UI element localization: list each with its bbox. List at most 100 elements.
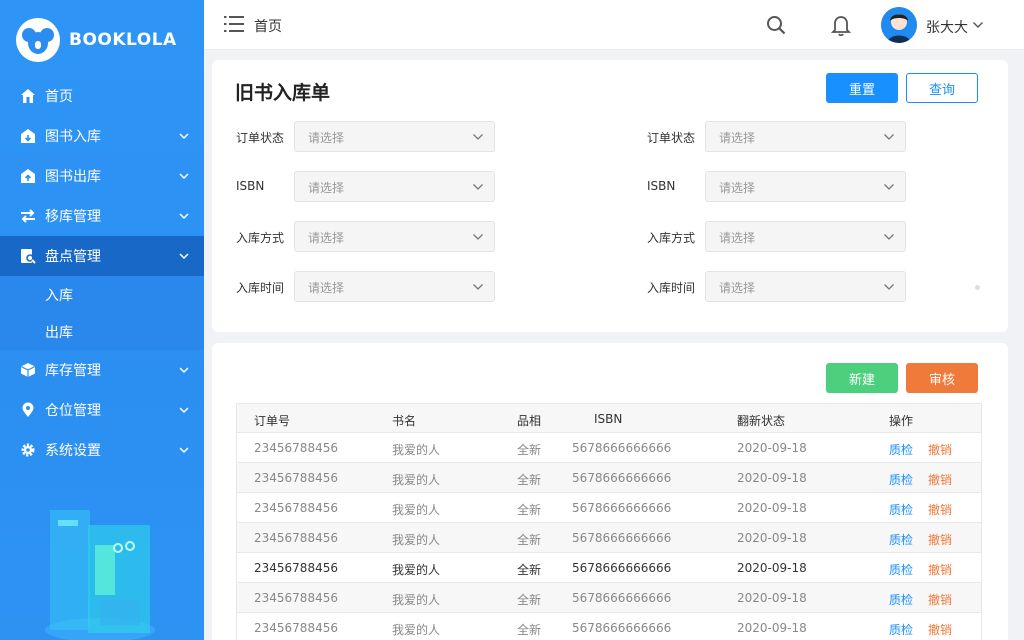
- sidebar-item-settings[interactable]: 系统设置: [0, 430, 204, 470]
- isbn-select[interactable]: 请选择: [294, 171, 495, 202]
- sidebar: BOOKLOLA 首页 图书入库 图书出库 移库管理 盘点管理 入库 出库 库存…: [0, 0, 204, 640]
- topbar: 首页 张大大: [204, 0, 1024, 50]
- chevron-down-icon: [473, 134, 483, 140]
- breadcrumb[interactable]: 首页: [254, 16, 282, 36]
- renovation-status-cell: 2020-09-18: [737, 591, 807, 605]
- select-placeholder: 请选择: [719, 131, 756, 145]
- book-title-cell: 我爱的人: [392, 473, 441, 487]
- field-label-inbound-method: 入库方式: [236, 231, 285, 245]
- select-placeholder: 请选择: [719, 281, 756, 295]
- order-number-cell: 23456788456: [254, 531, 338, 545]
- submenu-item-inbound[interactable]: 入库: [0, 276, 204, 313]
- chevron-down-icon: [473, 184, 483, 190]
- page-title: 旧书入库单: [235, 82, 331, 104]
- table-header: 订单号 书名 品相 ISBN 翻新状态 操作: [237, 403, 981, 433]
- chevron-down-icon: [884, 184, 894, 190]
- table-card: 新建 审核 订单号 书名 品相 ISBN 翻新状态 操作 23456788456…: [212, 343, 1008, 640]
- inspect-link[interactable]: 质检: [889, 563, 913, 577]
- sidebar-item-book-inbound[interactable]: 图书入库: [0, 116, 204, 156]
- menu-toggle-icon[interactable]: [224, 15, 244, 33]
- actions-cell: 质检 撤销: [889, 441, 952, 458]
- inbound-time-select-2[interactable]: 请选择: [705, 271, 906, 302]
- sidebar-item-home[interactable]: 首页: [0, 76, 204, 116]
- chevron-down-icon: [473, 234, 483, 240]
- table-row[interactable]: 23456788456 我爱的人 全新 5678666666666 2020-09-18…: [237, 613, 981, 640]
- inspect-link[interactable]: 质检: [889, 533, 913, 547]
- sidebar-menu: 首页 图书入库 图书出库 移库管理 盘点管理 入库 出库 库存管理 仓位管理 系…: [0, 76, 204, 470]
- inspect-link[interactable]: 质检: [889, 473, 913, 487]
- isbn-cell: 5678666666666: [572, 441, 672, 455]
- revoke-link[interactable]: 撤销: [928, 593, 952, 607]
- order-number-cell: 23456788456: [254, 501, 338, 515]
- inventory-submenu: 入库 出库: [0, 276, 204, 350]
- chevron-down-icon[interactable]: [972, 20, 984, 30]
- condition-cell: 全新: [517, 533, 542, 547]
- actions-cell: 质检 撤销: [889, 531, 952, 548]
- audit-button[interactable]: 审核: [906, 363, 978, 393]
- condition-cell: 全新: [517, 443, 542, 457]
- actions-cell: 质检 撤销: [889, 561, 952, 578]
- chevron-down-icon: [179, 213, 189, 220]
- order-number-cell: 23456788456: [254, 591, 338, 605]
- table-row[interactable]: 23456788456 我爱的人 全新 5678666666666 2020-09-18…: [237, 583, 981, 613]
- actions-cell: 质检 撤销: [889, 621, 952, 638]
- table-row[interactable]: 23456788456 我爱的人 全新 5678666666666 2020-09-18…: [237, 553, 981, 583]
- field-label-isbn: ISBN: [647, 179, 676, 193]
- book-title-cell: 我爱的人: [392, 503, 441, 517]
- search-icon[interactable]: [766, 15, 786, 35]
- revoke-link[interactable]: 撤销: [928, 623, 952, 637]
- chevron-down-icon: [179, 253, 189, 260]
- order-number-cell: 23456788456: [254, 441, 338, 455]
- inspect-link[interactable]: 质检: [889, 593, 913, 607]
- actions-cell: 质检 撤销: [889, 501, 952, 518]
- isbn-cell: 5678666666666: [572, 531, 672, 545]
- query-button[interactable]: 查询: [906, 73, 978, 103]
- revoke-link[interactable]: 撤销: [928, 533, 952, 547]
- column-header: 书名: [392, 414, 417, 428]
- revoke-link[interactable]: 撤销: [928, 563, 952, 577]
- order-number-cell: 23456788456: [254, 471, 338, 485]
- sidebar-item-label: 首页: [45, 89, 73, 105]
- renovation-status-cell: 2020-09-18: [737, 561, 807, 575]
- koala-logo-icon: [16, 18, 60, 62]
- submenu-item-outbound[interactable]: 出库: [0, 313, 204, 350]
- inbound-time-select[interactable]: 请选择: [294, 271, 495, 302]
- sidebar-item-inventory-check[interactable]: 盘点管理: [0, 236, 204, 276]
- sidebar-item-label: 库存管理: [45, 363, 101, 379]
- sidebar-item-label: 系统设置: [45, 443, 101, 459]
- condition-cell: 全新: [517, 473, 542, 487]
- order-number-cell: 23456788456: [254, 621, 338, 635]
- sidebar-item-label: 盘点管理: [45, 249, 101, 265]
- condition-cell: 全新: [517, 563, 542, 577]
- inspect-link[interactable]: 质检: [889, 503, 913, 517]
- renovation-status-cell: 2020-09-18: [737, 531, 807, 545]
- table-row[interactable]: 23456788456 我爱的人 全新 5678666666666 2020-09-18…: [237, 463, 981, 493]
- bell-icon[interactable]: [831, 14, 851, 36]
- revoke-link[interactable]: 撤销: [928, 443, 952, 457]
- order-status-select-2[interactable]: 请选择: [705, 121, 906, 152]
- reset-button[interactable]: 重置: [826, 73, 898, 103]
- logo[interactable]: BOOKLOLA: [16, 18, 177, 62]
- inbound-method-select-2[interactable]: 请选择: [705, 221, 906, 252]
- book-title-cell: 我爱的人: [392, 593, 441, 607]
- avatar[interactable]: [881, 7, 917, 43]
- new-button[interactable]: 新建: [826, 363, 898, 393]
- table-row[interactable]: 23456788456 我爱的人 全新 5678666666666 2020-09-18…: [237, 523, 981, 553]
- sidebar-item-location[interactable]: 仓位管理: [0, 390, 204, 430]
- sidebar-item-transfer[interactable]: 移库管理: [0, 196, 204, 236]
- inspect-link[interactable]: 质检: [889, 443, 913, 457]
- table-row[interactable]: 23456788456 我爱的人 全新 5678666666666 2020-09-18…: [237, 493, 981, 523]
- renovation-status-cell: 2020-09-18: [737, 501, 807, 515]
- inbound-method-select[interactable]: 请选择: [294, 221, 495, 252]
- revoke-link[interactable]: 撤销: [928, 473, 952, 487]
- sidebar-item-stock[interactable]: 库存管理: [0, 350, 204, 390]
- sidebar-item-book-outbound[interactable]: 图书出库: [0, 156, 204, 196]
- revoke-link[interactable]: 撤销: [928, 503, 952, 517]
- order-status-select[interactable]: 请选择: [294, 121, 495, 152]
- isbn-cell: 5678666666666: [572, 591, 672, 605]
- table-row[interactable]: 23456788456 我爱的人 全新 5678666666666 2020-09-18…: [237, 433, 981, 463]
- inbound-icon: [20, 128, 36, 144]
- inspect-link[interactable]: 质检: [889, 623, 913, 637]
- username[interactable]: 张大大: [926, 17, 968, 37]
- isbn-select-2[interactable]: 请选择: [705, 171, 906, 202]
